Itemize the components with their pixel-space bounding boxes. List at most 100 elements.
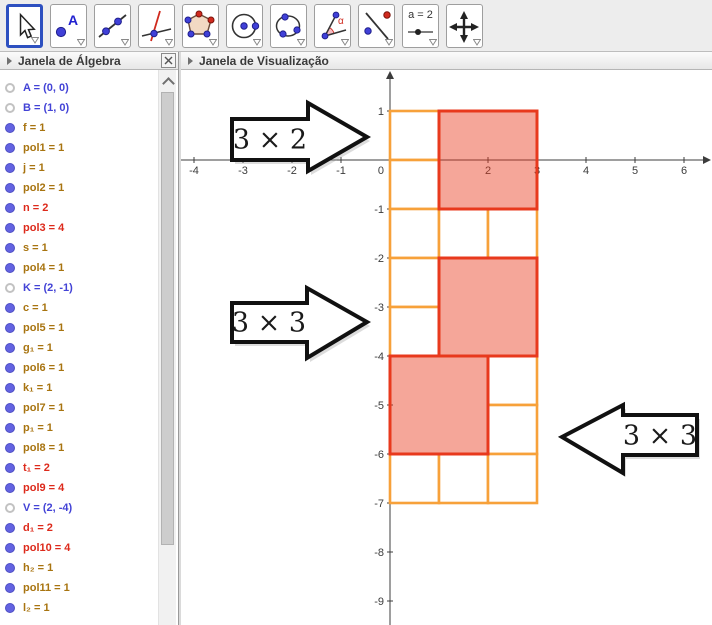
grid-cell[interactable] xyxy=(488,209,537,258)
close-algebra-button[interactable] xyxy=(161,53,176,68)
algebra-item[interactable]: V = (2, -4) xyxy=(0,498,158,518)
filled-square[interactable] xyxy=(390,356,488,454)
tool-polygon[interactable] xyxy=(182,4,219,48)
dropdown-arrow-icon[interactable] xyxy=(385,39,393,46)
graphics-canvas[interactable]: -4-3-2-12345601-1-2-3-4-5-6-7-8-93 × 23 … xyxy=(181,70,712,625)
algebra-item[interactable]: f = 1 xyxy=(0,118,158,138)
grid-cell[interactable] xyxy=(390,209,439,258)
tool-conic[interactable] xyxy=(270,4,307,48)
visibility-bullet[interactable] xyxy=(5,123,15,133)
tool-circle[interactable] xyxy=(226,4,263,48)
algebra-item[interactable]: pol6 = 1 xyxy=(0,358,158,378)
tool-move-graphics-view[interactable] xyxy=(446,4,483,48)
visibility-bullet[interactable] xyxy=(5,323,15,333)
algebra-item[interactable]: pol1 = 1 xyxy=(0,138,158,158)
dropdown-arrow-icon[interactable] xyxy=(31,37,39,44)
algebra-item[interactable]: d₁ = 2 xyxy=(0,518,158,538)
visibility-bullet[interactable] xyxy=(5,183,15,193)
algebra-item[interactable]: B = (1, 0) xyxy=(0,98,158,118)
grid-cell[interactable] xyxy=(390,307,439,356)
algebra-item[interactable]: t₁ = 2 xyxy=(0,458,158,478)
grid-cell[interactable] xyxy=(488,356,537,405)
collapse-caret-icon[interactable] xyxy=(7,57,12,65)
algebra-item[interactable]: pol4 = 1 xyxy=(0,258,158,278)
algebra-item[interactable]: pol11 = 1 xyxy=(0,578,158,598)
visibility-bullet[interactable] xyxy=(5,223,15,233)
tool-angle[interactable]: α xyxy=(314,4,351,48)
visibility-bullet[interactable] xyxy=(5,503,15,513)
block-arrow-right[interactable]: 3 × 3 xyxy=(232,288,370,362)
collapse-caret-icon[interactable] xyxy=(188,57,193,65)
visibility-bullet[interactable] xyxy=(5,423,15,433)
algebra-item[interactable]: pol2 = 1 xyxy=(0,178,158,198)
algebra-item[interactable]: pol7 = 1 xyxy=(0,398,158,418)
visibility-bullet[interactable] xyxy=(5,263,15,273)
grid-cell[interactable] xyxy=(488,454,537,503)
visibility-bullet[interactable] xyxy=(5,383,15,393)
visibility-bullet[interactable] xyxy=(5,403,15,413)
grid-cell[interactable] xyxy=(439,454,488,503)
algebra-item[interactable]: c = 1 xyxy=(0,298,158,318)
visibility-bullet[interactable] xyxy=(5,283,15,293)
visibility-bullet[interactable] xyxy=(5,303,15,313)
visibility-bullet[interactable] xyxy=(5,143,15,153)
dropdown-arrow-icon[interactable] xyxy=(297,39,305,46)
visibility-bullet[interactable] xyxy=(5,163,15,173)
visibility-bullet[interactable] xyxy=(5,583,15,593)
algebra-item[interactable]: k₁ = 1 xyxy=(0,378,158,398)
algebra-item[interactable]: pol10 = 4 xyxy=(0,538,158,558)
algebra-item[interactable]: pol9 = 4 xyxy=(0,478,158,498)
algebra-item[interactable]: j = 1 xyxy=(0,158,158,178)
scrollbar-thumb[interactable] xyxy=(161,92,174,545)
algebra-item[interactable]: s = 1 xyxy=(0,238,158,258)
grid-cell[interactable] xyxy=(439,209,488,258)
dropdown-arrow-icon[interactable] xyxy=(209,39,217,46)
dropdown-arrow-icon[interactable] xyxy=(165,39,173,46)
visibility-bullet[interactable] xyxy=(5,83,15,93)
grid-cell[interactable] xyxy=(390,454,439,503)
tool-reflect[interactable] xyxy=(358,4,395,48)
scroll-up-icon[interactable] xyxy=(162,77,175,90)
dropdown-arrow-icon[interactable] xyxy=(429,39,437,46)
algebra-item[interactable]: pol3 = 4 xyxy=(0,218,158,238)
tool-move[interactable] xyxy=(6,4,43,48)
filled-square[interactable] xyxy=(439,258,537,356)
tool-perpendicular-line[interactable] xyxy=(138,4,175,48)
filled-square[interactable] xyxy=(439,111,537,209)
grid-cell[interactable] xyxy=(390,111,439,160)
visibility-bullet[interactable] xyxy=(5,563,15,573)
dropdown-arrow-icon[interactable] xyxy=(121,39,129,46)
visibility-bullet[interactable] xyxy=(5,243,15,253)
algebra-item[interactable]: h₂ = 1 xyxy=(0,558,158,578)
algebra-item[interactable]: n = 2 xyxy=(0,198,158,218)
algebra-item[interactable]: A = (0, 0) xyxy=(0,78,158,98)
algebra-item[interactable]: pol8 = 1 xyxy=(0,438,158,458)
grid-cell[interactable] xyxy=(488,405,537,454)
algebra-scrollbar[interactable] xyxy=(158,70,176,625)
visibility-bullet[interactable] xyxy=(5,543,15,553)
tool-slider[interactable]: a = 2 xyxy=(402,4,439,48)
visibility-bullet[interactable] xyxy=(5,203,15,213)
algebra-item[interactable]: g₁ = 1 xyxy=(0,338,158,358)
dropdown-arrow-icon[interactable] xyxy=(341,39,349,46)
dropdown-arrow-icon[interactable] xyxy=(253,39,261,46)
visibility-bullet[interactable] xyxy=(5,343,15,353)
dropdown-arrow-icon[interactable] xyxy=(473,39,481,46)
visibility-bullet[interactable] xyxy=(5,363,15,373)
algebra-item[interactable]: K = (2, -1) xyxy=(0,278,158,298)
visibility-bullet[interactable] xyxy=(5,103,15,113)
block-arrow-right[interactable]: 3 × 2 xyxy=(232,103,370,175)
block-arrow-left[interactable]: 3 × 3 xyxy=(562,405,700,477)
grid-cell[interactable] xyxy=(390,160,439,209)
algebra-item[interactable]: l₂ = 1 xyxy=(0,598,158,618)
algebra-item[interactable]: pol5 = 1 xyxy=(0,318,158,338)
visibility-bullet[interactable] xyxy=(5,483,15,493)
visibility-bullet[interactable] xyxy=(5,463,15,473)
visibility-bullet[interactable] xyxy=(5,523,15,533)
algebra-item[interactable]: p₁ = 1 xyxy=(0,418,158,438)
tool-line[interactable] xyxy=(94,4,131,48)
grid-cell[interactable] xyxy=(390,258,439,307)
tool-point[interactable]: A xyxy=(50,4,87,48)
visibility-bullet[interactable] xyxy=(5,603,15,613)
visibility-bullet[interactable] xyxy=(5,443,15,453)
